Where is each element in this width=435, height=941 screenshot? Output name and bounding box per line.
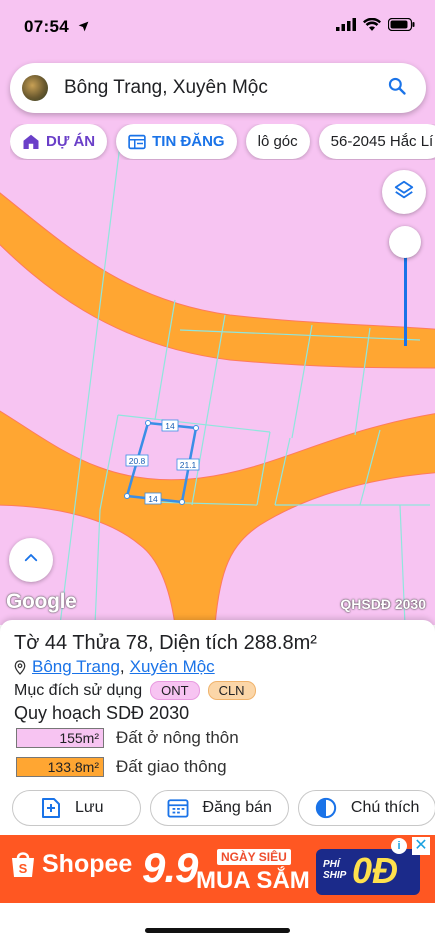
shopping-bag-icon: S [10,849,36,879]
ad-ship-label: PHÍ SHIP [323,859,347,881]
svg-text:S: S [19,861,28,876]
expand-up-button[interactable] [9,538,53,582]
chip-corner-lot-label: lô góc [257,133,298,150]
land-use-purpose: Mục đích sử dụng ONT CLN [14,681,256,700]
save-button[interactable]: Lưu [12,790,141,826]
purpose-badge-cln: CLN [207,681,256,700]
location-pin-icon [14,659,26,675]
signal-icon [336,18,356,36]
layers-icon [393,179,415,206]
edge-label-top: 14 [165,421,175,431]
calendar-icon [167,798,189,818]
post-for-sale-button[interactable]: Đăng bán [149,790,289,826]
save-button-label: Lưu [75,799,104,816]
plan-title: Quy hoạch SDĐ 2030 [14,703,190,723]
commune-link[interactable]: Bông Trang [32,657,120,677]
map-layer-tag: QHSDĐ 2030 [340,596,426,612]
search-query[interactable]: Bông Trang, Xuyên Mộc [64,77,382,99]
post-for-sale-label: Đăng bán [202,799,272,816]
chip-listings[interactable]: TIN ĐĂNG [116,124,237,159]
chip-address-label: 56-2045 Hắc Lí [330,133,434,150]
edge-label-left: 20.8 [129,456,146,466]
search-icon [387,76,407,101]
bottom-safe-area [0,903,435,941]
ad-close-icon[interactable]: ✕ [412,837,430,855]
purpose-label: Mục đích sử dụng [14,681,143,699]
action-buttons: Lưu Đăng bán Chú thích [12,790,435,826]
legend-label-road: Đất giao thông [116,757,227,776]
purpose-badge-ont: ONT [150,681,200,700]
chip-listings-label: TIN ĐĂNG [152,133,225,150]
ad-sale-date: 9.9 [142,844,198,891]
ad-tag: NGÀY SIÊU [217,849,291,865]
home-indicator[interactable] [145,928,290,933]
parcel-title: Tờ 44 Thửa 78, Diện tích 288.8m² [14,632,317,654]
legend-row-residential: 155m² Đất ở nông thôn [16,728,239,748]
listing-icon [128,134,146,150]
parcel-info-panel: Tờ 44 Thửa 78, Diện tích 288.8m² Bông Tr… [0,620,435,835]
half-circle-icon [315,797,337,819]
chip-projects[interactable]: DỰ ÁN [10,124,108,159]
edge-label-bottom: 14 [148,494,158,504]
chip-address[interactable]: 56-2045 Hắc Lí [318,124,435,159]
search-bar[interactable]: Bông Trang, Xuyên Mộc [10,63,426,113]
edge-label-right: 21.1 [180,460,197,470]
legend-area-residential: 155m² [16,728,104,748]
district-link[interactable]: Xuyên Mộc [130,657,215,677]
parcel-boundaries [59,144,430,625]
ad-info-icon[interactable]: i [391,838,407,854]
legend-button[interactable]: Chú thích [297,790,435,826]
chip-projects-label: DỰ ÁN [46,133,96,150]
battery-icon [387,17,415,36]
opacity-slider-handle[interactable] [389,226,421,258]
ad-ship-value: 0Đ [352,850,399,891]
chip-corner-lot[interactable]: lô góc [245,124,310,159]
ad-banner[interactable]: S Shopee 9.9 NGÀY SIÊU MUA SẮM PHÍ SHIP 0… [0,835,435,903]
home-icon [22,133,40,150]
avatar[interactable] [22,75,48,101]
filter-chips: DỰ ÁN TIN ĐĂNG lô góc 56-2045 Hắc Lí [10,124,435,160]
bookmark-add-icon [41,797,61,819]
chevron-up-icon [22,549,40,572]
legend-button-label: Chú thích [350,799,420,816]
wifi-icon [363,17,381,36]
google-attribution: Google [6,590,77,613]
search-button[interactable] [382,73,412,103]
shopee-logo: S Shopee [10,849,132,879]
layers-button[interactable] [382,170,426,214]
legend-label-residential: Đất ở nông thôn [116,728,239,747]
legend-row-road: 133.8m² Đất giao thông [16,757,227,777]
road-upper [0,192,435,369]
status-bar: 07:54 [0,0,435,52]
parcel-location: Bông Trang , Xuyên Mộc [14,657,215,677]
ad-brand: Shopee [42,849,133,878]
location-separator: , [119,657,125,676]
status-time: 07:54 [24,17,90,38]
legend-area-road: 133.8m² [16,757,104,777]
ad-sale-text: MUA SẮM [196,867,310,894]
location-arrow-icon [77,18,90,38]
